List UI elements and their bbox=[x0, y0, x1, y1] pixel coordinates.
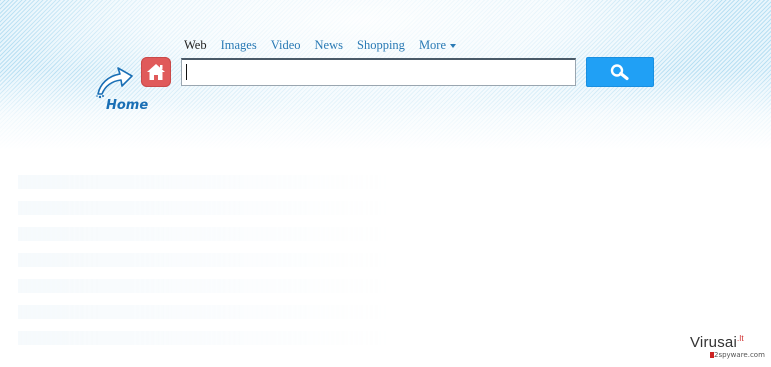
watermark-main: Virusai.lt bbox=[690, 334, 744, 351]
search-button[interactable] bbox=[586, 57, 654, 87]
search-input[interactable] bbox=[181, 58, 576, 86]
magnifier-icon bbox=[610, 64, 629, 81]
tab-web[interactable]: Web bbox=[184, 38, 207, 53]
tab-more[interactable]: More bbox=[418, 38, 457, 53]
tab-more-label: More bbox=[418, 38, 447, 52]
house-icon[interactable] bbox=[141, 57, 171, 87]
watermark: Virusai.lt 2spyware.com bbox=[690, 334, 768, 364]
tab-images[interactable]: Images bbox=[221, 38, 257, 53]
chevron-down-icon bbox=[450, 44, 457, 48]
tab-video[interactable]: Video bbox=[271, 38, 301, 53]
watermark-sub: 2spyware.com bbox=[714, 351, 765, 359]
tab-news[interactable]: News bbox=[315, 38, 343, 53]
house-glyph-icon bbox=[147, 64, 165, 80]
watermark-suffix: .lt bbox=[736, 334, 744, 343]
text-cursor bbox=[186, 64, 187, 80]
page: Home Web Images Video News Shopping More… bbox=[0, 0, 771, 367]
search-vertical-nav: Web Images Video News Shopping More bbox=[184, 38, 470, 53]
faded-background-text bbox=[18, 175, 398, 345]
logo-text: Home bbox=[106, 98, 149, 113]
tab-shopping[interactable]: Shopping bbox=[357, 38, 405, 53]
